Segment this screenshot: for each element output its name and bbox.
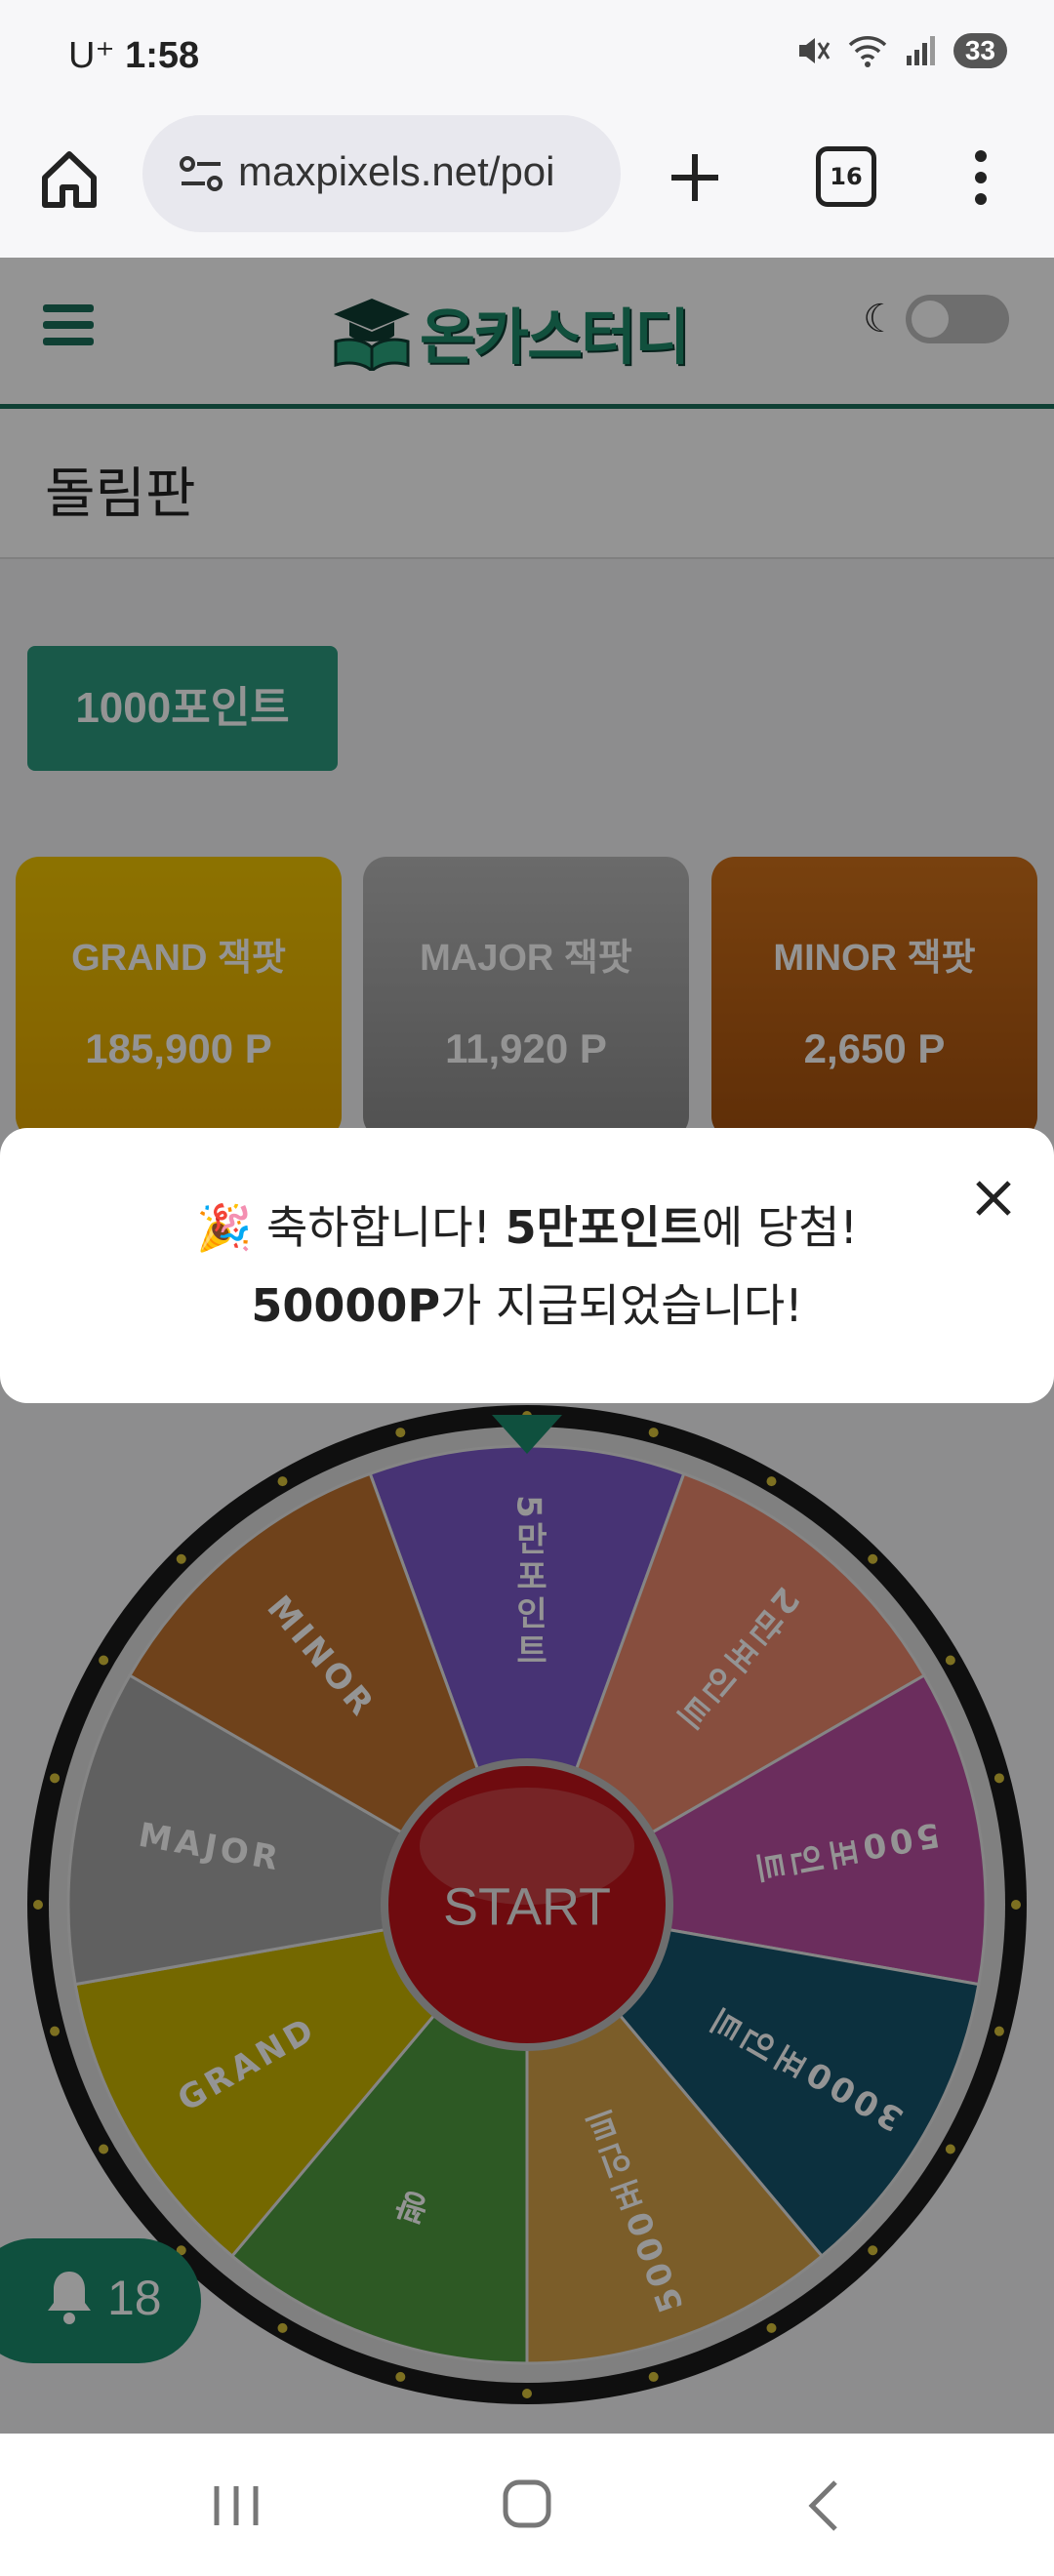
system-nav-bar xyxy=(0,2434,1054,2576)
toast-line-2: 50000P가 지급되었습니다! xyxy=(0,1270,1054,1335)
home-nav-icon[interactable] xyxy=(488,2476,566,2535)
more-menu-icon[interactable] xyxy=(966,148,995,207)
url-text: maxpixels.net/poi xyxy=(238,148,555,194)
signal-icon xyxy=(906,36,935,65)
carrier-label: U⁺ xyxy=(68,35,115,76)
win-notification: 🎉 축하합니다! 5만포인트에 당첨! 50000P가 지급되었습니다! xyxy=(0,1128,1054,1403)
status-right: 33 xyxy=(795,33,1007,68)
toast-text-paid: 가 지급되었습니다! xyxy=(440,1279,803,1332)
back-icon[interactable] xyxy=(787,2476,865,2535)
toast-prize: 5만포인트 xyxy=(505,1201,702,1254)
toast-text-post: 에 당첨! xyxy=(701,1201,858,1254)
clock: 1:58 xyxy=(125,35,200,76)
mute-icon xyxy=(798,38,831,63)
party-emoji: 🎉 xyxy=(196,1201,253,1254)
home-icon[interactable] xyxy=(35,144,103,213)
browser-toolbar: maxpixels.net/poi 16 xyxy=(0,109,1054,258)
close-icon[interactable] xyxy=(972,1177,1015,1220)
toast-text-pre: 축하합니다! xyxy=(265,1201,506,1254)
status-bar: U⁺ 1:58 33 xyxy=(0,0,1054,109)
toast-line-1: 🎉 축하합니다! 5만포인트에 당첨! xyxy=(0,1192,1054,1257)
address-bar[interactable]: maxpixels.net/poi xyxy=(142,115,621,232)
tab-switcher-button[interactable]: 16 xyxy=(816,146,876,207)
site-settings-icon[interactable] xyxy=(180,154,223,193)
wifi-icon xyxy=(848,36,887,67)
toast-amount: 50000P xyxy=(251,1279,441,1332)
battery-indicator: 33 xyxy=(953,33,1007,68)
recent-apps-icon[interactable] xyxy=(197,2476,275,2535)
new-tab-icon[interactable] xyxy=(666,148,724,207)
status-left: U⁺ 1:58 xyxy=(68,33,199,77)
